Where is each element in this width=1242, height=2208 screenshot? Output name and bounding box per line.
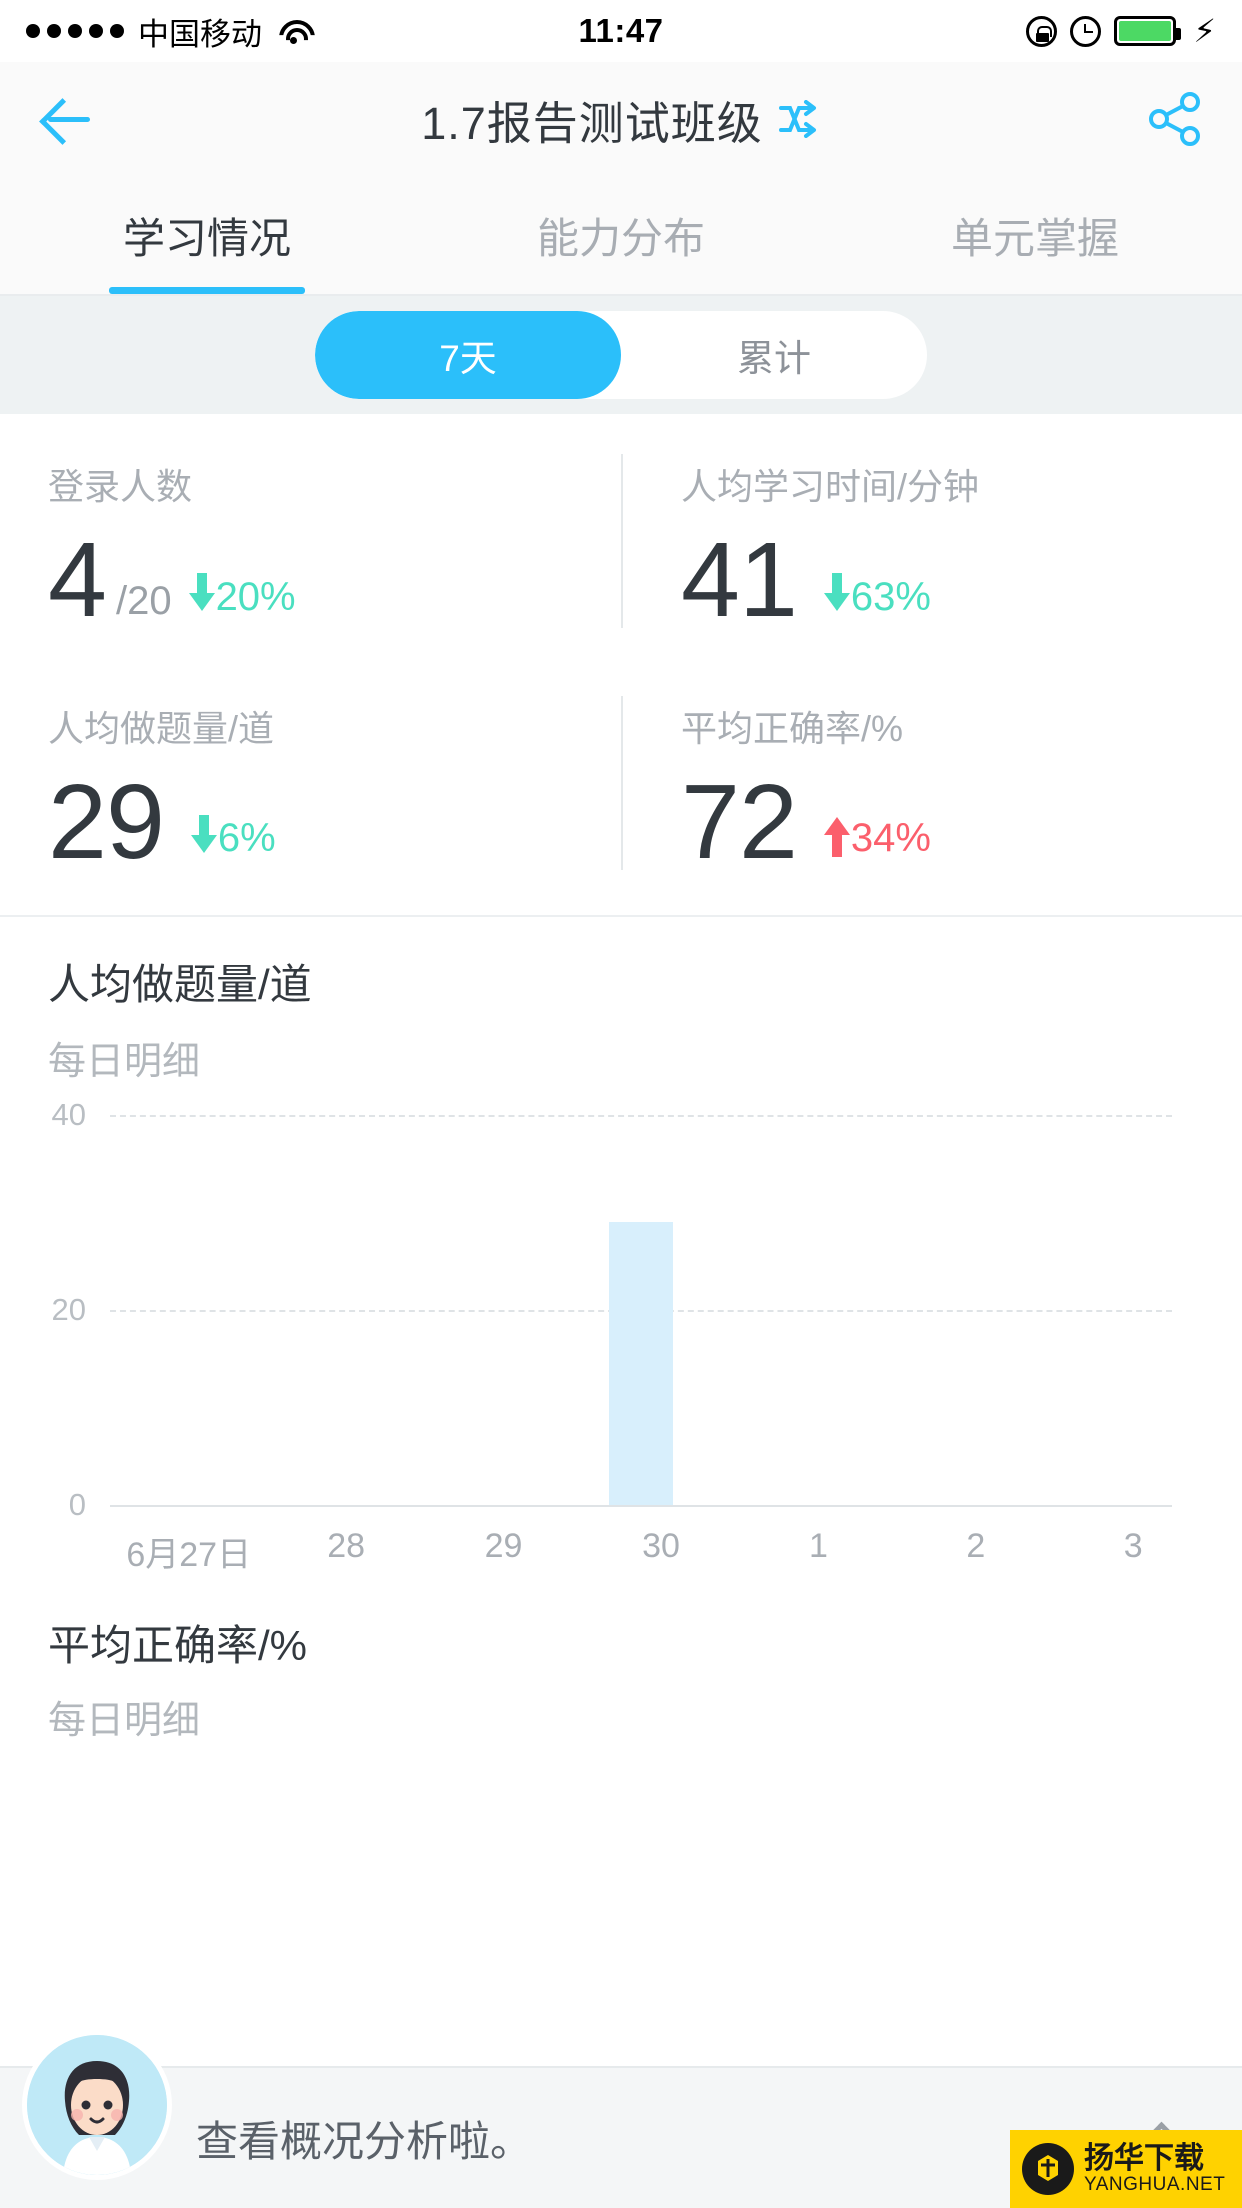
- chart-x-tick: 2: [966, 1527, 986, 1566]
- period-segmented-control: 7天 累计: [315, 311, 927, 399]
- status-bar: 中国移动 11:47 ⚡: [0, 0, 1242, 62]
- chart-y-tick: 0: [68, 1487, 86, 1523]
- stat-value: 41: [681, 521, 798, 639]
- back-arrow-icon[interactable]: [38, 89, 98, 149]
- stat-card-login-count[interactable]: 登录人数 4 /20 20%: [0, 414, 621, 656]
- rotation-lock-icon: [1025, 15, 1057, 47]
- chart-bar-column[interactable]: [413, 1115, 565, 1505]
- navigation-title-group: 1.7报告测试班级: [0, 87, 1242, 152]
- stat-label: 平均正确率/%: [681, 707, 904, 749]
- chart-section: 人均做题量/道 每日明细 0 20 40 6月27日 28 29 30 1 2 3: [0, 917, 1242, 1577]
- share-icon[interactable]: [1146, 90, 1204, 148]
- chart-x-tick: 30: [642, 1527, 680, 1566]
- stat-label: 人均做题量/道: [48, 707, 275, 749]
- watermark-main: 扬华下载: [1084, 2142, 1204, 2176]
- chart-x-tick: 28: [327, 1527, 366, 1566]
- assistant-avatar[interactable]: [22, 2030, 172, 2180]
- stat-delta: 63%: [823, 573, 931, 620]
- next-chart-title: 平均正确率/%: [48, 1622, 308, 1670]
- stat-total: /20: [115, 578, 172, 623]
- stat-value-row: 4 /20 20%: [48, 521, 621, 639]
- tab-bar: 学习情况 能力分布 单元掌握: [0, 176, 1242, 296]
- tab-unit-mastery[interactable]: 单元掌握: [828, 176, 1242, 294]
- chart-bar-column[interactable]: [717, 1115, 869, 1505]
- yanghua-logo-icon: [1020, 2141, 1076, 2197]
- tab-label: 学习情况: [122, 214, 291, 262]
- watermark: 扬华下载 YANGHUA.NET: [1010, 2130, 1242, 2208]
- stats-row-2: 人均做题量/道 29 6% 平均正确率/% 72 34%: [0, 656, 1242, 898]
- tab-label: 单元掌握: [950, 214, 1119, 262]
- stat-delta-text: 63%: [850, 574, 931, 619]
- chart-x-tick: 29: [484, 1527, 523, 1566]
- chart-bar-column[interactable]: [262, 1115, 414, 1505]
- stat-value: 4: [48, 521, 107, 639]
- segment-label: 累计: [737, 338, 811, 379]
- segment-7-days[interactable]: 7天: [315, 311, 621, 399]
- chart-bar-column[interactable]: [1020, 1115, 1172, 1505]
- tab-label: 能力分布: [536, 214, 705, 262]
- stats-panel: 登录人数 4 /20 20% 人均学习时间/分钟 41 63% 人均做题量/道 …: [0, 414, 1242, 918]
- next-chart-section: 平均正确率/% 每日明细: [0, 1576, 1242, 1745]
- stat-value: 72: [681, 762, 798, 881]
- period-segment-wrapper: 7天 累计: [0, 296, 1242, 414]
- stat-delta-text: 20%: [215, 574, 296, 619]
- stat-card-avg-questions[interactable]: 人均做题量/道 29 6%: [0, 656, 621, 898]
- stat-value-row: 29 6%: [48, 762, 621, 881]
- tab-learning-status[interactable]: 学习情况: [0, 176, 414, 294]
- segment-cumulative[interactable]: 累计: [621, 311, 927, 399]
- chart-subtitle: 每日明细: [48, 1041, 201, 1084]
- chart-bars: [110, 1115, 1172, 1506]
- chart-x-tick: 6月27日: [126, 1536, 252, 1575]
- shuffle-switch-icon[interactable]: [778, 100, 821, 138]
- chart-bar: [609, 1222, 674, 1506]
- stat-label: 登录人数: [48, 466, 193, 507]
- navigation-bar: 1.7报告测试班级: [0, 62, 1242, 176]
- stat-value-row: 41 63%: [681, 521, 1242, 639]
- chart-x-tick: 1: [808, 1527, 828, 1566]
- chart-bar-column[interactable]: [110, 1115, 262, 1505]
- chart-axis-line: [110, 1505, 1172, 1508]
- stat-delta: 20%: [188, 573, 296, 620]
- next-chart-subtitle: 每日明细: [48, 1700, 201, 1743]
- chart-bar-column[interactable]: [565, 1115, 717, 1506]
- tab-ability-distribution[interactable]: 能力分布: [414, 176, 828, 294]
- watermark-text: 扬华下载 YANGHUA.NET: [1084, 2143, 1225, 2194]
- segment-label: 7天: [439, 338, 497, 379]
- chart-bar-column[interactable]: [869, 1115, 1021, 1505]
- stat-value-row: 72 34%: [681, 762, 1242, 881]
- stat-delta: 6%: [190, 814, 276, 861]
- stat-card-avg-accuracy[interactable]: 平均正确率/% 72 34%: [621, 656, 1242, 898]
- stat-delta-text: 34%: [850, 816, 931, 861]
- stat-label: 人均学习时间/分钟: [681, 466, 980, 507]
- chart-y-tick: 20: [51, 1292, 86, 1328]
- chart-x-tick: 3: [1123, 1527, 1143, 1566]
- watermark-sub: YANGHUA.NET: [1084, 2173, 1226, 2195]
- assistant-message: 查看概况分析啦。: [196, 2117, 533, 2165]
- stat-value: 29: [48, 762, 165, 881]
- stat-delta: 34%: [823, 816, 931, 861]
- chart-title: 人均做题量/道: [48, 961, 312, 1009]
- stat-card-avg-study-time[interactable]: 人均学习时间/分钟 41 63%: [621, 414, 1242, 656]
- stat-delta-text: 6%: [217, 816, 276, 861]
- alarm-icon: [1069, 15, 1101, 47]
- battery-icon: [1113, 16, 1181, 46]
- chart-y-tick: 40: [51, 1097, 86, 1133]
- bar-chart-plot: 0 20 40: [0, 1097, 1202, 1522]
- stats-row-1: 登录人数 4 /20 20% 人均学习时间/分钟 41 63%: [0, 414, 1242, 656]
- page-title: 1.7报告测试班级: [421, 97, 763, 149]
- chart-x-axis-labels: 6月27日 28 29 30 1 2 3: [110, 1527, 1212, 1576]
